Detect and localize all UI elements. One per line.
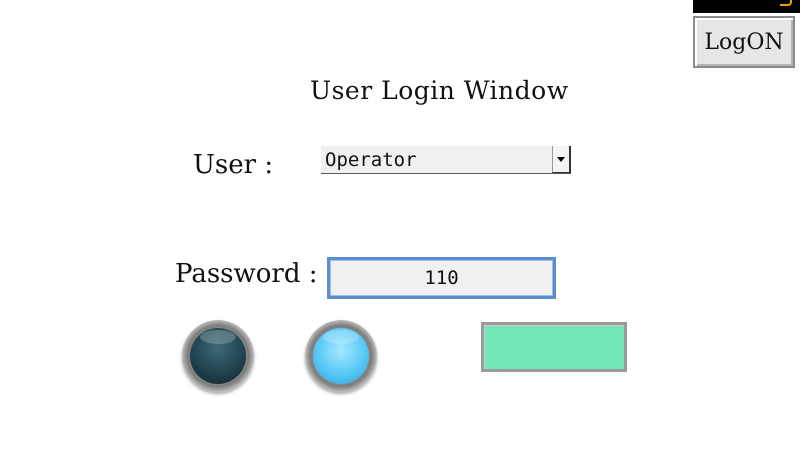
user-select[interactable]: Operator (321, 146, 571, 174)
window-title: User Login Window (310, 76, 569, 105)
user-select-value: Operator (325, 148, 417, 171)
green-action-button[interactable] (481, 322, 627, 372)
user-label: User : (193, 150, 274, 180)
indicator-lamp-off (182, 320, 254, 392)
status-accent-mark (780, 0, 792, 6)
logon-button[interactable]: LogON (693, 16, 795, 68)
chevron-down-icon (557, 156, 565, 162)
password-label: Password : (175, 259, 318, 289)
lamp-off-highlight (200, 330, 236, 344)
indicator-lamp-on (305, 320, 377, 392)
lamp-on-highlight (323, 330, 359, 344)
password-input[interactable]: 110 (327, 257, 556, 299)
user-select-dropdown-button[interactable] (552, 146, 571, 173)
top-status-bar (693, 0, 800, 13)
